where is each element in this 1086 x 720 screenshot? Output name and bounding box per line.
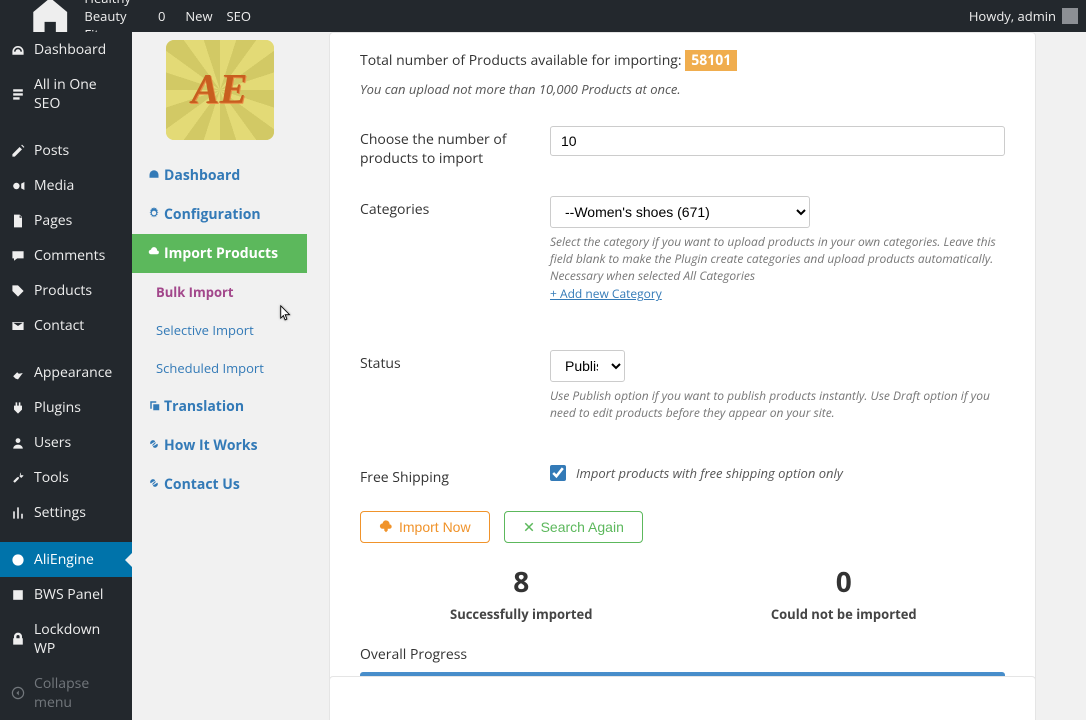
seo-label: SEO <box>227 7 251 25</box>
menu-tools[interactable]: Tools <box>0 460 132 495</box>
new-content-link[interactable]: New <box>179 7 212 25</box>
link-icon <box>148 477 160 489</box>
success-result: 8 Successfully imported <box>360 563 683 623</box>
plugin-menu-import-products[interactable]: Import Products <box>132 234 307 273</box>
plugin-menu-selective-import[interactable]: Selective Import <box>132 311 307 349</box>
menu-plugins[interactable]: Plugins <box>0 390 132 425</box>
menu-lockdown[interactable]: Lockdown WP <box>0 612 132 666</box>
dashboard-icon <box>148 168 160 180</box>
number-input[interactable] <box>550 126 1005 156</box>
search-again-button[interactable]: Search Again <box>504 511 643 543</box>
menu-appearance[interactable]: Appearance <box>0 355 132 390</box>
categories-help: Select the category if you want to uploa… <box>550 234 1005 284</box>
upload-note: You can upload not more than 10,000 Prod… <box>360 80 1005 98</box>
main-admin-menu: Dashboard All in One SEO Posts Media Pag… <box>0 32 132 720</box>
plugin-menu-how-it-works[interactable]: How It Works <box>132 426 307 465</box>
number-label: Choose the number of products to import <box>360 126 510 168</box>
success-count: 8 <box>360 563 683 601</box>
collapse-menu[interactable]: Collapse menu <box>0 666 132 720</box>
seo-link[interactable]: SEO <box>227 7 251 25</box>
secondary-panel <box>329 676 1036 720</box>
menu-users[interactable]: Users <box>0 425 132 460</box>
import-now-button[interactable]: Import Now <box>360 511 490 543</box>
howdy-text: Howdy, admin <box>969 7 1056 25</box>
menu-aioseo[interactable]: All in One SEO <box>0 67 132 121</box>
plugin-logo: AE <box>166 40 274 140</box>
menu-products[interactable]: Products <box>0 273 132 308</box>
plugin-menu-contact-us[interactable]: Contact Us <box>132 465 307 504</box>
categories-select[interactable]: --Women's shoes (671) <box>550 196 810 228</box>
freeship-label: Free Shipping <box>360 464 510 487</box>
copy-icon <box>148 399 160 411</box>
account-link[interactable]: Howdy, admin <box>969 7 1078 25</box>
total-products-count: 58101 <box>685 50 737 71</box>
menu-settings[interactable]: Settings <box>0 495 132 530</box>
success-label: Successfully imported <box>360 605 683 623</box>
plugin-menu-dashboard[interactable]: Dashboard <box>132 156 307 195</box>
comments-link[interactable]: 0 <box>152 7 165 25</box>
comment-count: 0 <box>158 7 165 25</box>
cloud-icon <box>148 246 160 258</box>
menu-posts[interactable]: Posts <box>0 133 132 168</box>
menu-comments[interactable]: Comments <box>0 238 132 273</box>
menu-contact[interactable]: Contact <box>0 308 132 343</box>
menu-media[interactable]: Media <box>0 168 132 203</box>
admin-bar: Healthy Beauty Fit 0 New SEO Howdy, admi… <box>0 0 1086 32</box>
total-products-label: Total number of Products available for i… <box>360 50 737 71</box>
plugin-sidebar: AE Dashboard Configuration Import Produc… <box>132 32 307 504</box>
freeship-text: Import products with free shipping optio… <box>576 464 843 482</box>
plugin-menu-bulk-import[interactable]: Bulk Import <box>132 273 307 311</box>
add-category-link[interactable]: + Add new Category <box>550 285 662 302</box>
menu-pages[interactable]: Pages <box>0 203 132 238</box>
fail-label: Could not be imported <box>683 605 1006 623</box>
avatar <box>1062 8 1078 24</box>
import-panel: Total number of Products available for i… <box>329 32 1036 720</box>
fail-result: 0 Could not be imported <box>683 563 1006 623</box>
status-label: Status <box>360 350 510 422</box>
cloud-download-icon <box>379 520 393 534</box>
freeship-checkbox[interactable] <box>550 465 566 481</box>
status-select[interactable]: Publish <box>550 350 625 382</box>
gear-icon <box>148 207 160 219</box>
plugin-menu-scheduled-import[interactable]: Scheduled Import <box>132 349 307 387</box>
plugin-menu-configuration[interactable]: Configuration <box>132 195 307 234</box>
link-icon <box>148 438 160 450</box>
fail-count: 0 <box>683 563 1006 601</box>
plugin-menu-translation[interactable]: Translation <box>132 387 307 426</box>
menu-dashboard[interactable]: Dashboard <box>0 32 132 67</box>
categories-label: Categories <box>360 196 510 302</box>
new-label: New <box>185 7 212 25</box>
progress-label: Overall Progress <box>360 645 1005 664</box>
menu-bws[interactable]: BWS Panel <box>0 577 132 612</box>
close-icon <box>523 521 535 533</box>
status-help: Use Publish option if you want to publis… <box>550 388 1005 422</box>
menu-aliengine[interactable]: AliEngine <box>0 542 132 577</box>
